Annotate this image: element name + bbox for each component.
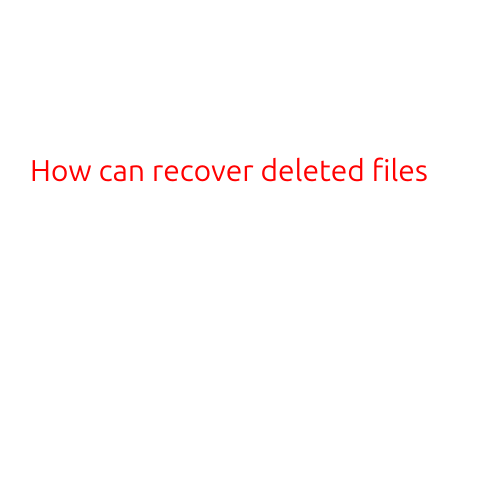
page-title: How can recover deleted files	[30, 153, 428, 187]
